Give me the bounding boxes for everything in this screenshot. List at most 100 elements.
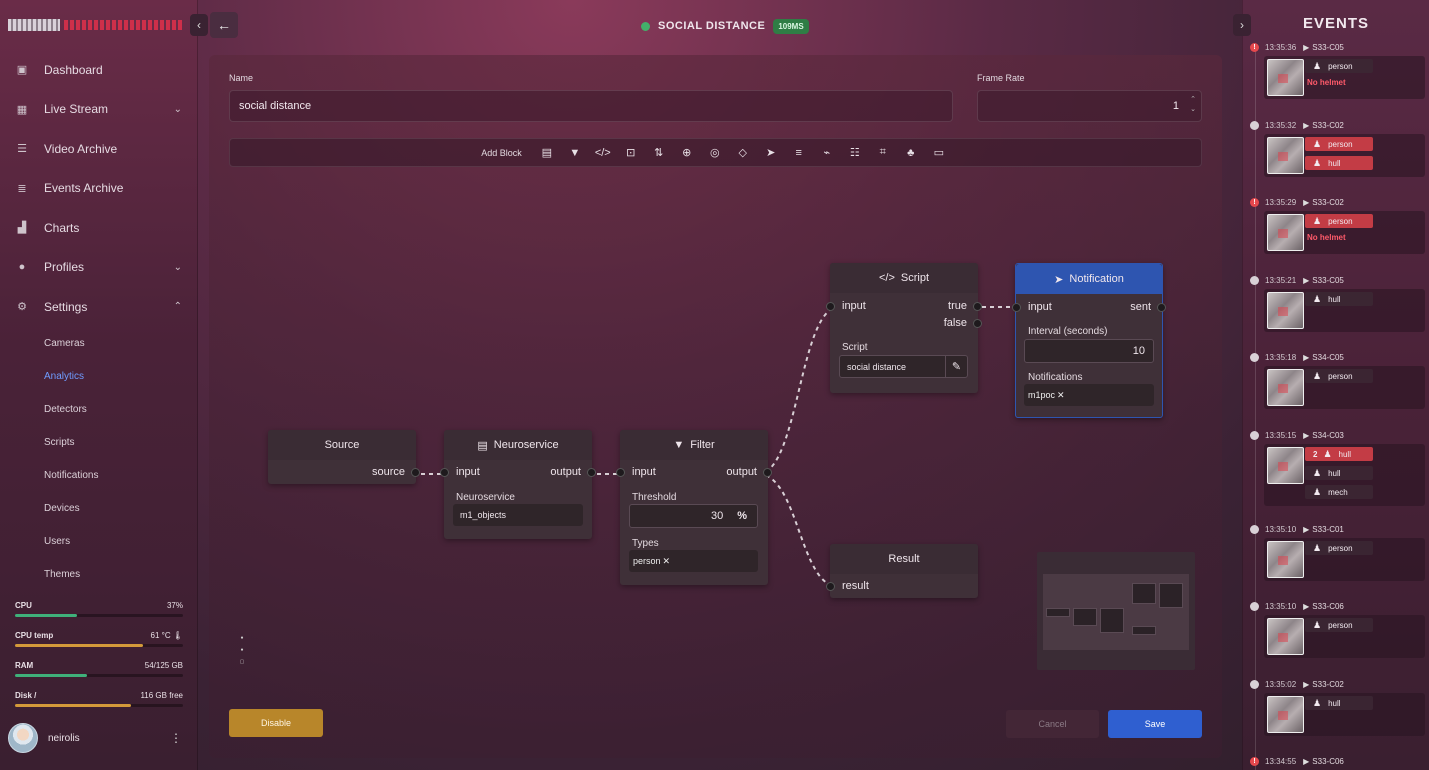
event-card[interactable]: ♟ person No helmet [1264,211,1425,254]
node-filter[interactable]: ▼ Filter input output Threshold 30 % Typ… [616,430,772,585]
chip-icon: ▤ [477,439,488,452]
sidebar-item-live-stream[interactable]: ▦ Live Stream ⌄ [0,90,198,130]
threshold-input[interactable]: 30 % [629,504,758,528]
notifications-select[interactable]: m1poc ✕ [1024,384,1154,406]
checklist-icon[interactable]: ☷ [844,143,866,163]
filter-icon[interactable]: ▼ [564,143,586,163]
screen-icon[interactable]: ▭ [928,143,950,163]
output-port[interactable] [587,467,596,477]
event-thumbnail[interactable] [1267,292,1304,329]
output-port-true[interactable] [973,301,982,311]
events-timeline [1255,45,1256,770]
node-neuroservice[interactable]: ▤ Neuroservice input output Neuroservice… [440,430,596,539]
event-thumbnail[interactable] [1267,696,1304,733]
sidebar-item-dashboard[interactable]: ▣ Dashboard [0,50,198,90]
more-vertical-icon[interactable]: ⋮ [170,731,182,745]
type-tag: person ✕ [633,555,671,567]
event-thumbnail[interactable] [1267,447,1304,484]
plug-icon[interactable]: ⌁ [816,143,838,163]
event-card[interactable]: 2 ♟ hull ♟ hull ♟ mech [1264,444,1425,506]
database-icon[interactable]: ≡ [788,143,810,163]
interval-input[interactable]: 10 [1024,339,1154,363]
input-port[interactable] [440,467,449,477]
output-port[interactable] [763,467,772,477]
sidebar-subitem-analytics[interactable]: Analytics [0,360,198,393]
zoom-icon[interactable]: ⊕ [676,143,698,163]
sidebar-subitem-cameras[interactable]: Cameras [0,327,198,360]
event-thumbnail[interactable] [1267,541,1304,578]
node-result[interactable]: Result result [826,544,978,598]
detection-chip: ♟ person [1305,369,1373,383]
node-script[interactable]: </> Script input true false Script socia… [826,263,982,393]
event-card[interactable]: ♟ person [1264,615,1425,658]
sidebar-subitem-scripts[interactable]: Scripts [0,426,198,459]
input-port[interactable] [1012,302,1021,312]
sidebar-item-charts[interactable]: ▟ Charts [0,208,198,248]
input-port[interactable] [826,581,835,591]
script-select[interactable]: social distance ✎ [839,355,968,378]
target-icon[interactable]: ◎ [704,143,726,163]
output-port[interactable] [1157,302,1166,312]
neuroservice-select[interactable]: m1_objects [453,504,583,526]
remove-tag-icon[interactable]: ✕ [663,556,671,567]
send-icon[interactable]: ➤ [760,143,782,163]
disable-button[interactable]: Disable [229,709,323,737]
collapse-sidebar-button[interactable]: ‹ [190,14,208,36]
sidebar-item-settings[interactable]: ⚙ Settings ⌃ [0,287,198,327]
event-card[interactable]: ♟ hull [1264,289,1425,332]
event-thumbnail[interactable] [1267,369,1304,406]
event-card[interactable]: ♟ hull [1264,693,1425,736]
back-button[interactable]: ← [210,12,238,38]
sidebar-subitem-notifications[interactable]: Notifications [0,459,198,492]
zoom-in-icon[interactable]: ● [240,635,243,641]
zoom-out-icon[interactable]: ● [240,647,243,653]
output-port-false[interactable] [973,318,982,328]
cancel-button[interactable]: Cancel [1006,710,1099,738]
node-source[interactable]: Source source [268,430,420,484]
event-card[interactable]: ♟ person ♟ hull [1264,134,1425,177]
code-icon[interactable]: </> [592,143,614,163]
input-port[interactable] [616,467,625,477]
pencil-icon[interactable]: ✎ [945,356,967,377]
sidebar-subitem-detectors[interactable]: Detectors [0,393,198,426]
person-icon: ♟ [1313,215,1322,226]
types-select[interactable]: person ✕ [629,550,758,572]
node-notification[interactable]: ➤ Notification input sent Interval (seco… [1012,263,1166,418]
hierarchy-icon[interactable]: ♣ [900,143,922,163]
event-card[interactable]: ♟ person [1264,538,1425,581]
output-port[interactable] [411,467,420,477]
name-input[interactable]: social distance [229,90,953,122]
event-camera: S33-C05 [1312,275,1344,285]
brand-logo[interactable] [8,18,184,32]
metric-label: CPU temp [15,631,54,640]
event-thumbnail[interactable] [1267,137,1304,174]
graph-minimap[interactable] [1037,552,1195,670]
event-card[interactable]: ♟ person [1264,366,1425,409]
frame-rate-input[interactable]: 1 ⌃ ⌄ [977,90,1202,122]
sidebar-subitem-themes[interactable]: Themes [0,558,198,591]
toggle-events-button[interactable]: › [1233,14,1251,36]
chip-icon[interactable]: ▤ [536,143,558,163]
input-port[interactable] [826,301,835,311]
event-thumbnail[interactable] [1267,214,1304,251]
sidebar-subitem-users[interactable]: Users [0,525,198,558]
event-thumbnail[interactable] [1267,59,1304,96]
zoom-controls[interactable]: ● ● ▢ [238,635,246,671]
sidebar-item-profiles[interactable]: ● Profiles ⌄ [0,248,198,288]
sort-icon[interactable]: ⇅ [648,143,670,163]
crop-icon[interactable]: ⌗ [872,143,894,163]
save-button[interactable]: Save [1108,710,1202,738]
event-thumbnail[interactable] [1267,618,1304,655]
fit-view-icon[interactable]: ▢ [240,659,245,665]
user-profile[interactable]: neirolis ⋮ [8,722,188,754]
frame-icon[interactable]: ⊡ [620,143,642,163]
node-header: ▤ Neuroservice [444,430,592,460]
sidebar-subitem-devices[interactable]: Devices [0,492,198,525]
stepper-arrows-icon[interactable]: ⌃ ⌄ [1190,95,1196,115]
tag-icon[interactable]: ◇ [732,143,754,163]
event-card[interactable]: ♟ person No helmet [1264,56,1425,99]
port-label: input [632,466,656,478]
sidebar-item-events-archive[interactable]: ≣ Events Archive [0,169,198,209]
sidebar-item-video-archive[interactable]: ☰ Video Archive [0,129,198,169]
remove-tag-icon[interactable]: ✕ [1057,390,1065,401]
